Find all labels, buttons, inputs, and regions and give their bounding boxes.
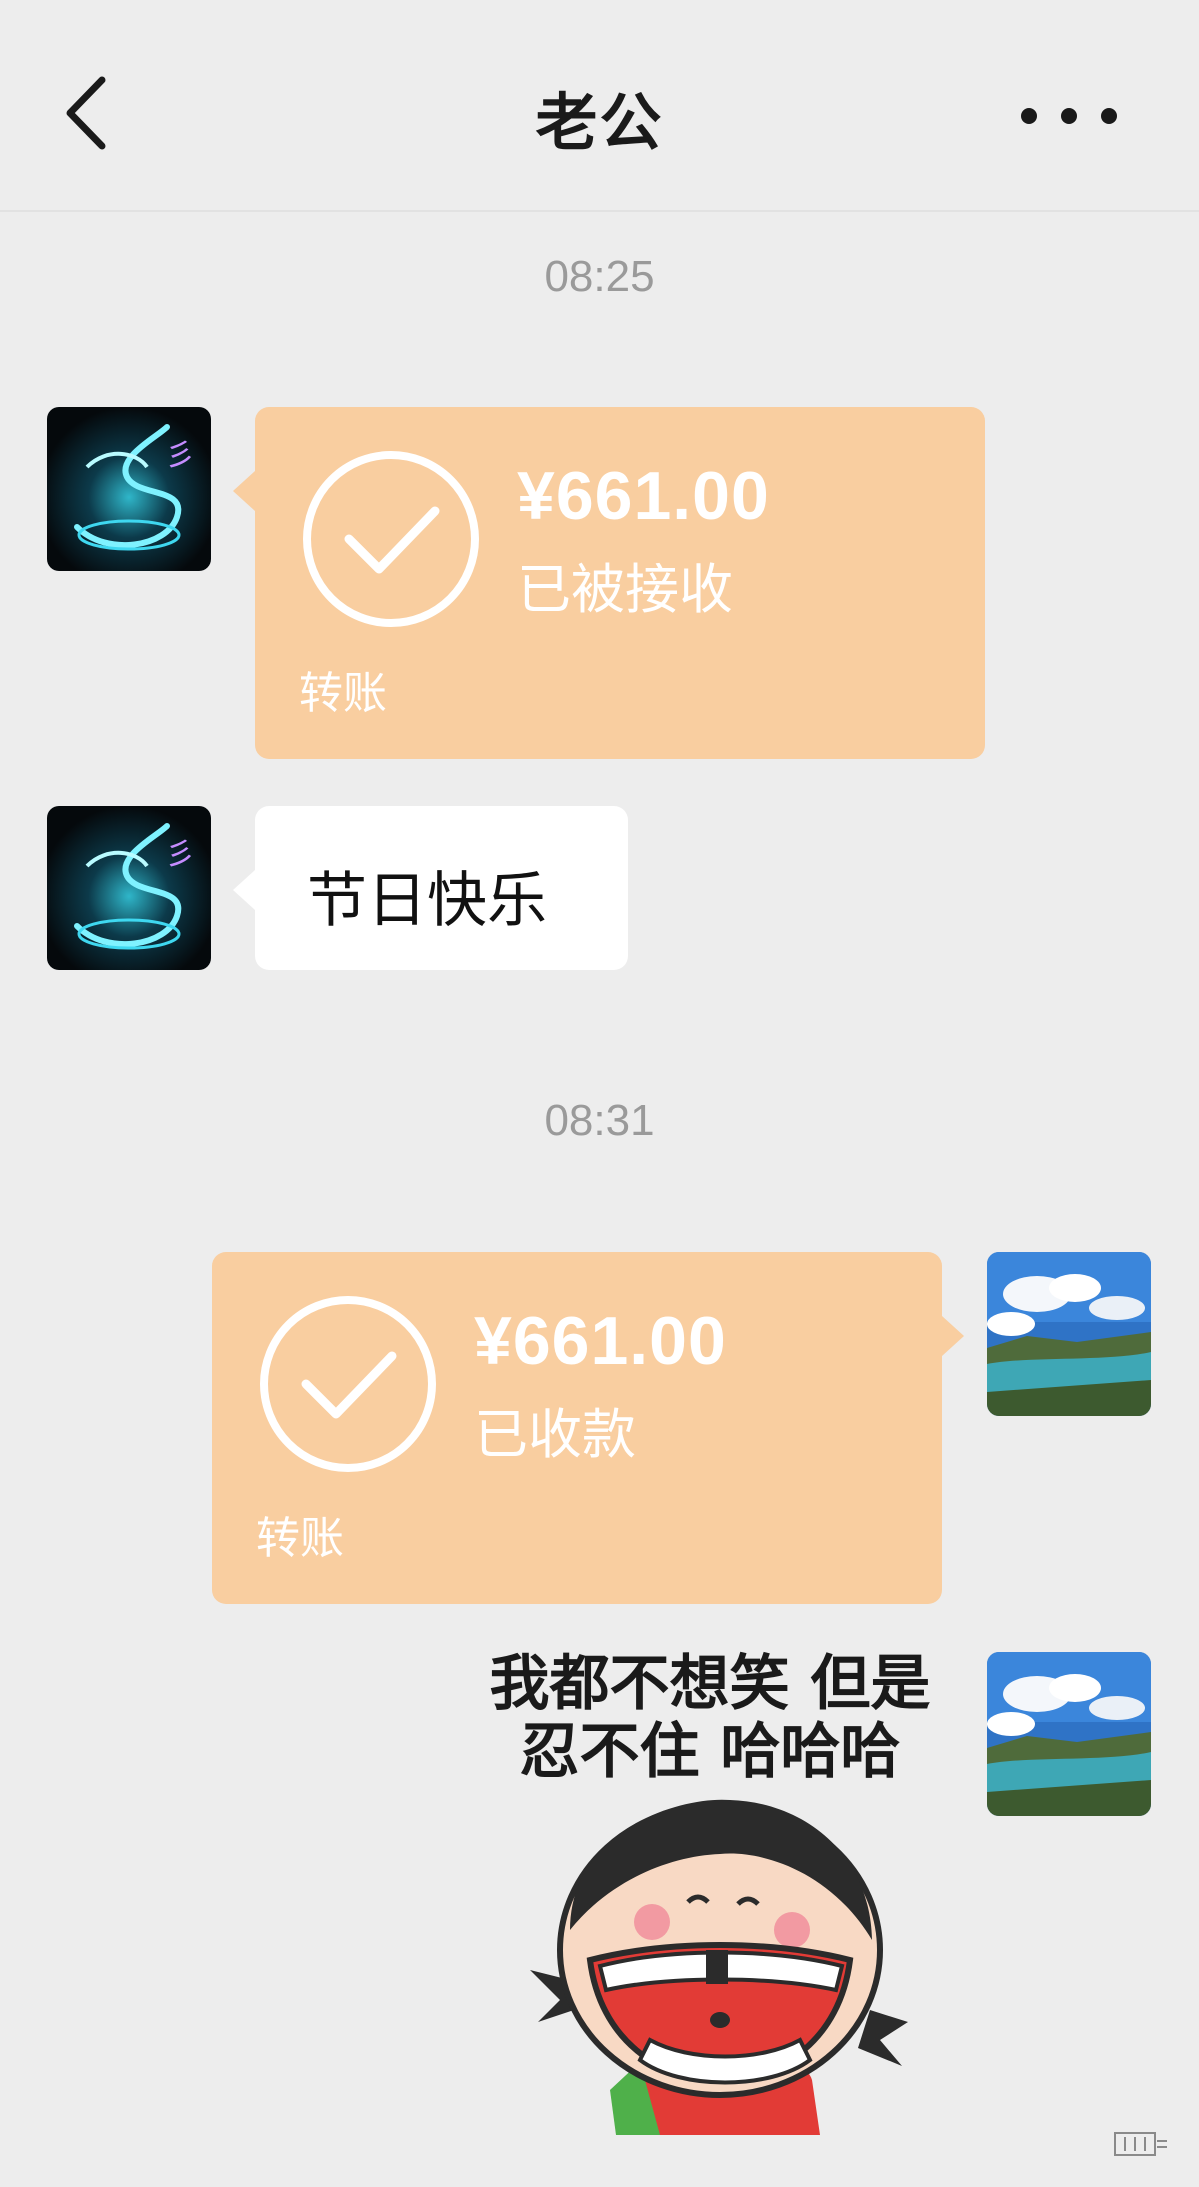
watermark-logo-icon	[1111, 2123, 1171, 2163]
sticker-caption-line: 我都不想笑 但是	[489, 1649, 931, 1719]
chat-screen: 老公 08:25 彡 ¥661.00 已被接收 转账 彡 节日快乐 08:31 …	[0, 0, 1199, 2187]
svg-text:彡: 彡	[165, 837, 195, 872]
bubble-tail	[233, 471, 255, 511]
timestamp: 08:31	[544, 1096, 655, 1145]
bubble-tail	[233, 870, 255, 910]
transfer-card-received[interactable]: ¥661.00 已被接收 转账	[233, 407, 985, 759]
laughing-face-icon	[530, 1790, 910, 2135]
check-circle-icon	[299, 447, 483, 631]
contact-avatar[interactable]: 彡	[47, 407, 211, 571]
transfer-label: 转账	[256, 1513, 344, 1564]
chat-header: 老公	[0, 0, 1199, 212]
laughing-sticker[interactable]: 我都不想笑 但是 忍不住 哈哈哈	[460, 1650, 960, 2137]
self-avatar[interactable]	[987, 1252, 1151, 1416]
svg-text:彡: 彡	[165, 438, 195, 473]
dragon-avatar-image: 彡	[47, 806, 211, 970]
contact-avatar[interactable]: 彡	[47, 806, 211, 970]
transfer-card-collected[interactable]: ¥661.00 已收款 转账	[212, 1252, 964, 1604]
more-button[interactable]	[1009, 96, 1129, 136]
more-dots-icon	[1021, 108, 1117, 124]
check-circle-icon	[256, 1292, 440, 1476]
self-avatar[interactable]	[987, 1652, 1151, 1816]
transfer-amount: ¥661.00	[517, 458, 770, 534]
timestamp: 08:25	[544, 252, 655, 301]
transfer-label: 转账	[299, 668, 387, 719]
bubble-tail	[942, 1316, 964, 1356]
text-message-bubble[interactable]: 节日快乐	[233, 806, 628, 970]
message-text: 节日快乐	[307, 866, 547, 936]
transfer-status: 已收款	[474, 1403, 636, 1466]
sticker-caption: 我都不想笑 但是 忍不住 哈哈哈	[460, 1650, 960, 1786]
sticker-caption-line: 忍不住 哈哈哈	[519, 1717, 901, 1787]
landscape-avatar-image	[987, 1252, 1151, 1416]
dragon-avatar-image: 彡	[47, 407, 211, 571]
landscape-avatar-image	[987, 1652, 1151, 1816]
transfer-amount: ¥661.00	[474, 1303, 727, 1379]
transfer-status: 已被接收	[517, 558, 733, 621]
